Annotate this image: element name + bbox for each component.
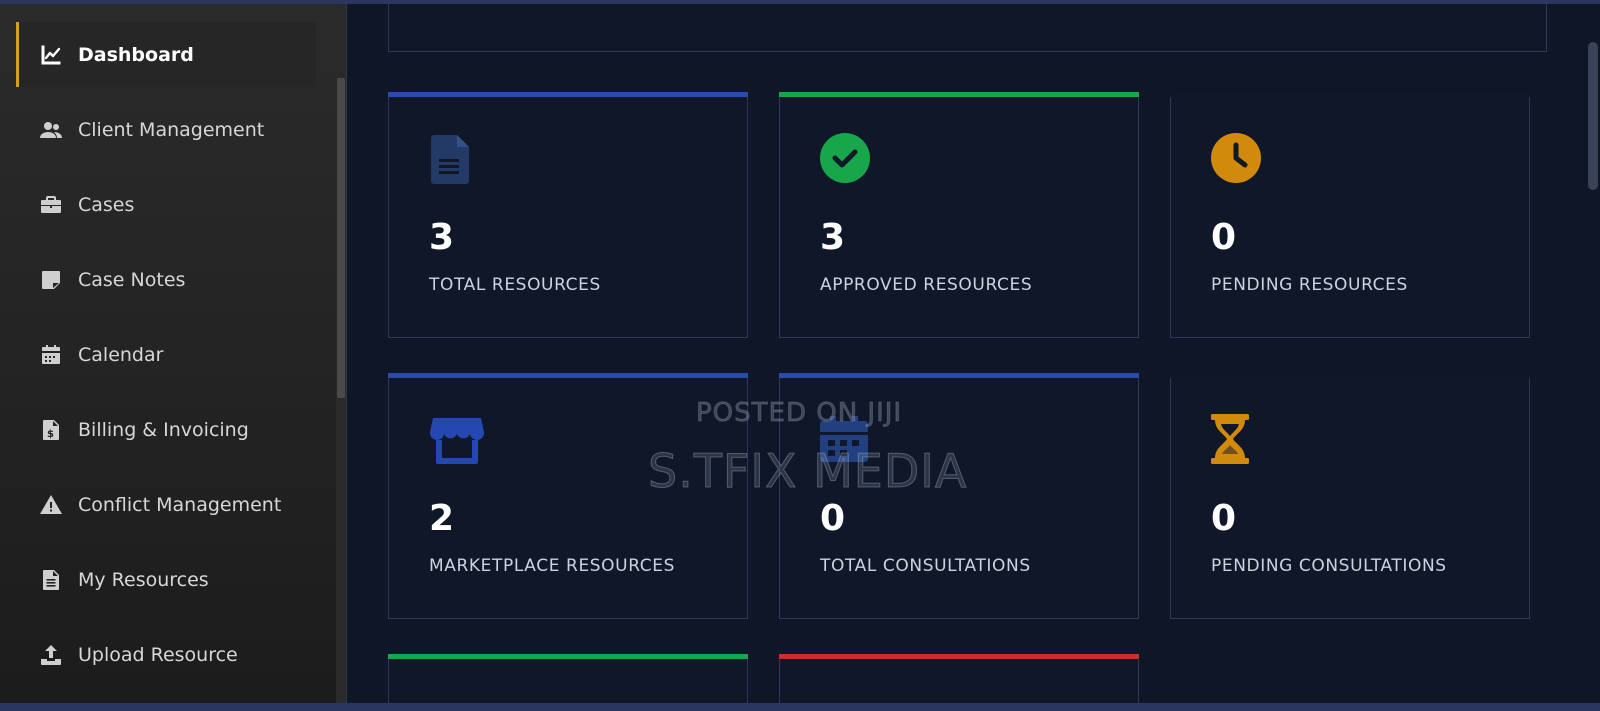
calendar-icon xyxy=(38,342,64,368)
sidebar-item-label: Case Notes xyxy=(78,268,186,291)
upload-icon xyxy=(38,642,64,668)
file-icon xyxy=(429,133,485,189)
chart-line-icon xyxy=(38,42,64,68)
stat-label: MARKETPLACE RESOURCES xyxy=(429,556,675,576)
sticky-note-icon xyxy=(38,267,64,293)
sidebar-scrollbar-thumb[interactable] xyxy=(337,78,345,398)
card-accent-bar xyxy=(388,373,748,378)
sidebar-nav: Dashboard Client Management Cases Case N… xyxy=(0,22,336,697)
card-accent-bar xyxy=(779,654,1139,659)
sidebar-item-upload-resource[interactable]: Upload Resource xyxy=(16,622,316,687)
sidebar-item-label: My Resources xyxy=(78,568,209,591)
sidebar-item-label: Calendar xyxy=(78,343,164,366)
watermark-line-1: POSTED ON JIJI xyxy=(695,398,903,429)
sidebar-item-dashboard[interactable]: Dashboard xyxy=(16,22,316,87)
stat-label: PENDING RESOURCES xyxy=(1211,275,1408,295)
stat-card-approved-resources[interactable]: 3 APPROVED RESOURCES xyxy=(779,92,1139,338)
sidebar-item-label: Conflict Management xyxy=(78,493,282,516)
stat-card-partial[interactable] xyxy=(388,654,748,703)
sidebar-item-billing-invoicing[interactable]: $ Billing & Invoicing xyxy=(16,397,316,462)
sidebar-item-my-resources[interactable]: My Resources xyxy=(16,547,316,612)
stat-label: TOTAL RESOURCES xyxy=(429,275,601,295)
stat-count: 0 xyxy=(820,498,846,539)
check-circle-icon xyxy=(820,133,876,189)
sidebar-item-label: Upload Resource xyxy=(78,643,238,666)
sidebar-item-label: Billing & Invoicing xyxy=(78,418,249,441)
stat-count: 0 xyxy=(1211,498,1237,539)
briefcase-icon xyxy=(38,192,64,218)
card-accent-bar xyxy=(779,92,1139,97)
warning-icon xyxy=(38,492,64,518)
main-content: 3 TOTAL RESOURCES 3 APPROVED RESOURCES 0… xyxy=(347,4,1585,703)
stat-count: 3 xyxy=(820,217,846,258)
file-lines-icon xyxy=(38,567,64,593)
sidebar-item-label: Client Management xyxy=(78,118,265,141)
card-accent-bar xyxy=(779,373,1139,378)
stat-card-total-resources[interactable]: 3 TOTAL RESOURCES xyxy=(388,92,748,338)
sidebar-item-client-management[interactable]: Client Management xyxy=(16,97,316,162)
store-icon xyxy=(429,414,485,470)
stat-count: 0 xyxy=(1211,217,1237,258)
stat-count: 3 xyxy=(429,217,455,258)
stat-label: TOTAL CONSULTATIONS xyxy=(820,556,1031,576)
svg-text:$: $ xyxy=(47,429,54,440)
stat-count: 2 xyxy=(429,498,455,539)
stat-label: APPROVED RESOURCES xyxy=(820,275,1033,295)
card-accent-bar xyxy=(1170,92,1530,97)
sidebar-item-case-notes[interactable]: Case Notes xyxy=(16,247,316,312)
stat-card-partial[interactable] xyxy=(779,654,1139,703)
sidebar-item-label: Cases xyxy=(78,193,135,216)
card-accent-bar xyxy=(1170,373,1530,378)
invoice-dollar-icon: $ xyxy=(38,417,64,443)
watermark-line-2: S.TFIX MEDIA xyxy=(647,444,968,499)
sidebar-item-cases[interactable]: Cases xyxy=(16,172,316,237)
sidebar-item-conflict-management[interactable]: Conflict Management xyxy=(16,472,316,537)
sidebar-item-label: Dashboard xyxy=(78,43,194,66)
app-window: Dashboard Client Management Cases Case N… xyxy=(0,4,1600,703)
users-icon xyxy=(38,117,64,143)
stat-card-pending-consultations[interactable]: 0 PENDING CONSULTATIONS xyxy=(1170,373,1530,619)
sidebar-item-calendar[interactable]: Calendar xyxy=(16,322,316,387)
page-scrollbar-thumb[interactable] xyxy=(1588,42,1598,190)
sidebar: Dashboard Client Management Cases Case N… xyxy=(0,4,346,703)
hourglass-icon xyxy=(1211,414,1267,470)
card-accent-bar xyxy=(388,654,748,659)
stat-card-pending-resources[interactable]: 0 PENDING RESOURCES xyxy=(1170,92,1530,338)
stat-label: PENDING CONSULTATIONS xyxy=(1211,556,1447,576)
card-accent-bar xyxy=(388,92,748,97)
clock-icon xyxy=(1211,133,1267,189)
welcome-panel xyxy=(388,4,1547,52)
